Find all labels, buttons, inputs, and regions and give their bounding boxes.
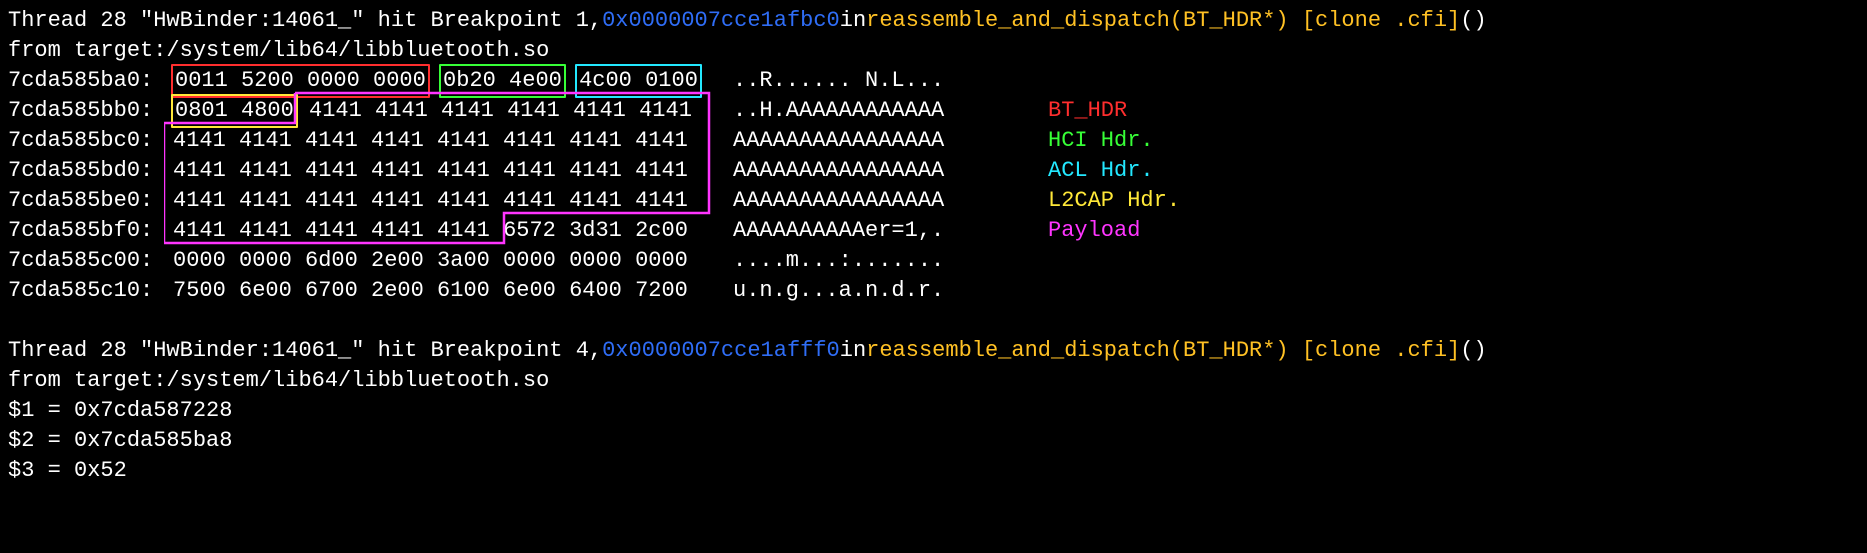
legend-bt: BT_HDR bbox=[1048, 96, 1127, 126]
bp4-addr: 0x0000007cce1afff0 bbox=[602, 336, 840, 366]
hex-addr: 7cda585be0: bbox=[8, 186, 173, 216]
bp4-from: from target:/system/lib64/libbluetooth.s… bbox=[8, 366, 549, 396]
tail-bytes: 6572 3d31 2c00 bbox=[503, 218, 688, 243]
hex-addr: 7cda585c00: bbox=[8, 246, 173, 276]
hex-addr: 7cda585ba0: bbox=[8, 66, 173, 96]
hex-row-2: 7cda585bc0: 4141 4141 4141 4141 4141 414… bbox=[8, 126, 1859, 156]
bp1-suffix: () bbox=[1460, 6, 1486, 36]
hex-row-1: 7cda585bb0: 0801 4800 4141 4141 4141 414… bbox=[8, 96, 1859, 126]
bp1-from: from target:/system/lib64/libbluetooth.s… bbox=[8, 36, 549, 66]
var2: $2 = 0x7cda585ba8 bbox=[8, 426, 1859, 456]
bp4-func: reassemble_and_dispatch(BT_HDR*) [clone … bbox=[866, 336, 1460, 366]
hex-row-5: 7cda585bf0: 4141 4141 4141 4141 4141 657… bbox=[8, 216, 1859, 246]
var1: $1 = 0x7cda587228 bbox=[8, 396, 1859, 426]
hex-row-4: 7cda585be0: 4141 4141 4141 4141 4141 414… bbox=[8, 186, 1859, 216]
hex-ascii: AAAAAAAAAAer=1,. bbox=[733, 216, 944, 246]
hex-row-0: 7cda585ba0: 0011 5200 0000 0000 0b20 4e0… bbox=[8, 66, 1859, 96]
hex-ascii: ....m...:....... bbox=[733, 246, 944, 276]
payload-bytes: 4141 4141 4141 4141 4141 4141 4141 4141 bbox=[173, 158, 688, 183]
legend-hci: HCI Hdr. bbox=[1048, 126, 1154, 156]
var-text: $1 = 0x7cda587228 bbox=[8, 396, 232, 426]
data-bytes: 0000 0000 6d00 2e00 3a00 0000 0000 0000 bbox=[173, 248, 688, 273]
hci-hdr-box: 0b20 4e00 bbox=[439, 64, 566, 98]
var3: $3 = 0x52 bbox=[8, 456, 1859, 486]
terminal-output: Thread 28 "HwBinder:14061_" hit Breakpoi… bbox=[0, 0, 1867, 492]
bp4-mid: in bbox=[840, 336, 866, 366]
payload-bytes: 4141 4141 4141 4141 4141 bbox=[173, 218, 490, 243]
bp1-addr: 0x0000007cce1afbc0 bbox=[602, 6, 840, 36]
hex-ascii: AAAAAAAAAAAAAAAA bbox=[733, 126, 944, 156]
hex-bytes: 7500 6e00 6700 2e00 6100 6e00 6400 7200 bbox=[173, 276, 733, 306]
bp1-func: reassemble_and_dispatch(BT_HDR*) [clone … bbox=[866, 6, 1460, 36]
hex-bytes: 4141 4141 4141 4141 4141 6572 3d31 2c00 bbox=[173, 216, 733, 246]
hex-addr: 7cda585bc0: bbox=[8, 126, 173, 156]
bp1-prefix: Thread 28 "HwBinder:14061_" hit Breakpoi… bbox=[8, 6, 602, 36]
l2cap-hdr-box: 0801 4800 bbox=[171, 94, 298, 128]
hex-addr: 7cda585c10: bbox=[8, 276, 173, 306]
hex-bytes: 0801 4800 4141 4141 4141 4141 4141 4141 bbox=[173, 94, 733, 128]
bp4-suffix: () bbox=[1460, 336, 1486, 366]
hex-bytes: 0011 5200 0000 0000 0b20 4e00 4c00 0100 bbox=[173, 64, 733, 98]
hex-ascii: ..R...... N.L... bbox=[733, 66, 944, 96]
bp4-line1: Thread 28 "HwBinder:14061_" hit Breakpoi… bbox=[8, 336, 1859, 366]
hex-ascii: AAAAAAAAAAAAAAAA bbox=[733, 156, 944, 186]
bp1-mid: in bbox=[840, 6, 866, 36]
hex-bytes: 4141 4141 4141 4141 4141 4141 4141 4141 bbox=[173, 156, 733, 186]
hex-row-6: 7cda585c00: 0000 0000 6d00 2e00 3a00 000… bbox=[8, 246, 1859, 276]
bp4-prefix: Thread 28 "HwBinder:14061_" hit Breakpoi… bbox=[8, 336, 602, 366]
bt-hdr-box: 0011 5200 0000 0000 bbox=[171, 64, 430, 98]
hex-row-7: 7cda585c10: 7500 6e00 6700 2e00 6100 6e0… bbox=[8, 276, 1859, 306]
hex-addr: 7cda585bd0: bbox=[8, 156, 173, 186]
legend-l2: L2CAP Hdr. bbox=[1048, 186, 1180, 216]
data-bytes: 7500 6e00 6700 2e00 6100 6e00 6400 7200 bbox=[173, 278, 688, 303]
payload-bytes: 4141 4141 4141 4141 4141 4141 bbox=[309, 98, 692, 123]
legend-acl: ACL Hdr. bbox=[1048, 156, 1154, 186]
hex-bytes: 4141 4141 4141 4141 4141 4141 4141 4141 bbox=[173, 126, 733, 156]
hex-bytes: 0000 0000 6d00 2e00 3a00 0000 0000 0000 bbox=[173, 246, 733, 276]
bp1-line1: Thread 28 "HwBinder:14061_" hit Breakpoi… bbox=[8, 6, 1859, 36]
var-text: $3 = 0x52 bbox=[8, 456, 127, 486]
acl-hdr-box: 4c00 0100 bbox=[575, 64, 702, 98]
legend-pay: Payload bbox=[1048, 216, 1140, 246]
hex-ascii: u.n.g...a.n.d.r. bbox=[733, 276, 944, 306]
blank-line bbox=[8, 306, 1859, 336]
bp4-line2: from target:/system/lib64/libbluetooth.s… bbox=[8, 366, 1859, 396]
hex-bytes: 4141 4141 4141 4141 4141 4141 4141 4141 bbox=[173, 186, 733, 216]
hex-ascii: ..H.AAAAAAAAAAAA bbox=[733, 96, 944, 126]
payload-bytes: 4141 4141 4141 4141 4141 4141 4141 4141 bbox=[173, 128, 688, 153]
hex-addr: 7cda585bb0: bbox=[8, 96, 173, 126]
var-text: $2 = 0x7cda585ba8 bbox=[8, 426, 232, 456]
hex-addr: 7cda585bf0: bbox=[8, 216, 173, 246]
hex-row-3: 7cda585bd0: 4141 4141 4141 4141 4141 414… bbox=[8, 156, 1859, 186]
hex-ascii: AAAAAAAAAAAAAAAA bbox=[733, 186, 944, 216]
bp1-line2: from target:/system/lib64/libbluetooth.s… bbox=[8, 36, 1859, 66]
payload-bytes: 4141 4141 4141 4141 4141 4141 4141 4141 bbox=[173, 188, 688, 213]
